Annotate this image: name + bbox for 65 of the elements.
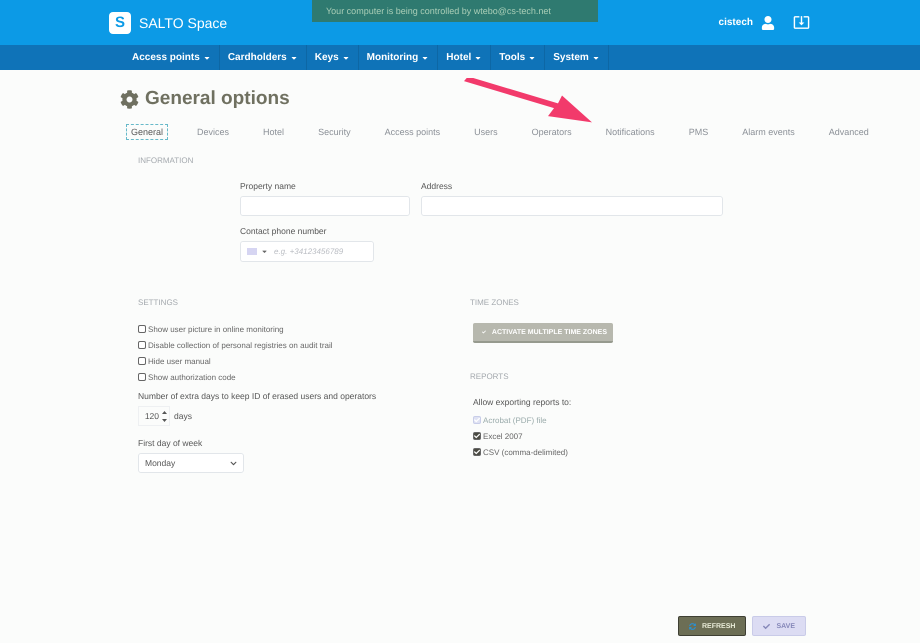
checkbox[interactable] — [473, 448, 481, 456]
user-icon[interactable] — [761, 16, 775, 30]
checkbox-label: Hide user manual — [148, 356, 211, 366]
checkbox-label: Show authorization code — [148, 372, 236, 382]
checkbox-label: CSV (comma-delimited) — [483, 448, 568, 456]
tab[interactable]: Hotel — [258, 124, 290, 140]
page-title: General options — [145, 88, 290, 110]
checkbox-option[interactable]: CSV (comma-delimited) — [473, 444, 670, 460]
unit-label: days — [174, 411, 192, 421]
chevron-icon — [230, 460, 237, 466]
field-label: Property name — [240, 181, 297, 191]
checkbox-label: Excel 2007 — [483, 432, 523, 440]
checkbox-option[interactable]: Show authorization code — [138, 369, 470, 385]
tab[interactable]: Users — [469, 124, 503, 140]
tab[interactable]: General — [126, 124, 168, 140]
input-field[interactable] — [421, 196, 723, 216]
input-field[interactable] — [240, 196, 410, 216]
check-icon — [482, 328, 486, 336]
spinner-arrows-icon[interactable] — [162, 410, 167, 422]
field-label: Allow exporting reports to: — [473, 397, 572, 407]
nav-menu[interactable]: Access points — [124, 45, 220, 70]
checkbox-label: Disable collection of personal registries on audit trail — [148, 340, 333, 350]
remote-control-banner: Your computer is being controlled by wtebo@cs-tech.net — [312, 0, 598, 22]
section-heading: SETTINGS — [138, 298, 180, 307]
nav-menu[interactable]: Keys — [306, 45, 359, 70]
refresh-icon — [689, 622, 696, 630]
checkbox[interactable] — [473, 432, 481, 440]
tab[interactable]: PMS — [684, 124, 714, 140]
field-label: First day of week — [138, 438, 204, 448]
nav-menu[interactable]: Monitoring — [358, 45, 438, 70]
checkbox[interactable] — [138, 357, 146, 365]
checkbox[interactable] — [138, 341, 146, 349]
tab[interactable]: Operators — [526, 124, 577, 140]
app-logo: S — [109, 12, 131, 34]
nav-menu[interactable]: Tools — [491, 45, 546, 70]
nav-menu[interactable]: Cardholders — [220, 45, 307, 70]
section-heading: REPORTS — [470, 372, 510, 381]
dropdown[interactable]: Monday — [138, 453, 244, 473]
tab[interactable]: Notifications — [600, 124, 660, 140]
number-spinner[interactable]: 120 — [138, 406, 170, 426]
checkbox[interactable] — [138, 373, 146, 381]
section-heading: TIME ZONES — [470, 298, 520, 307]
app-name: SALTO Space — [139, 14, 228, 30]
checkbox-option[interactable]: Show user picture in online monitoring — [138, 321, 470, 337]
checkbox[interactable] — [138, 325, 146, 333]
tab[interactable]: Access points — [380, 124, 446, 140]
checkbox-label: Show user picture in online monitoring — [148, 324, 284, 334]
checkbox-option[interactable]: Excel 2007 — [473, 428, 670, 444]
field-label: Address — [421, 181, 454, 191]
checkbox-option[interactable]: Hide user manual — [138, 353, 470, 369]
nav-menu[interactable]: System — [545, 45, 609, 70]
field-label: Contact phone number — [240, 226, 328, 236]
tab[interactable]: Security — [313, 124, 356, 140]
checkbox-label: Acrobat (PDF) file — [483, 416, 547, 424]
section-heading: INFORMATION — [138, 156, 194, 165]
download-icon[interactable] — [793, 14, 810, 31]
field-label: Number of extra days to keep ID of erased users and operators — [138, 391, 378, 401]
check-icon — [763, 622, 770, 630]
tab[interactable]: Devices — [192, 124, 234, 140]
nav-menu[interactable]: Hotel — [438, 45, 492, 70]
settings-icon — [120, 90, 139, 108]
tab[interactable]: Advanced — [824, 124, 874, 140]
checkbox-option[interactable]: Disable collection of personal registries on audit trail — [138, 337, 470, 353]
user-name[interactable]: cistech — [718, 17, 753, 28]
tab[interactable]: Alarm events — [737, 124, 800, 140]
